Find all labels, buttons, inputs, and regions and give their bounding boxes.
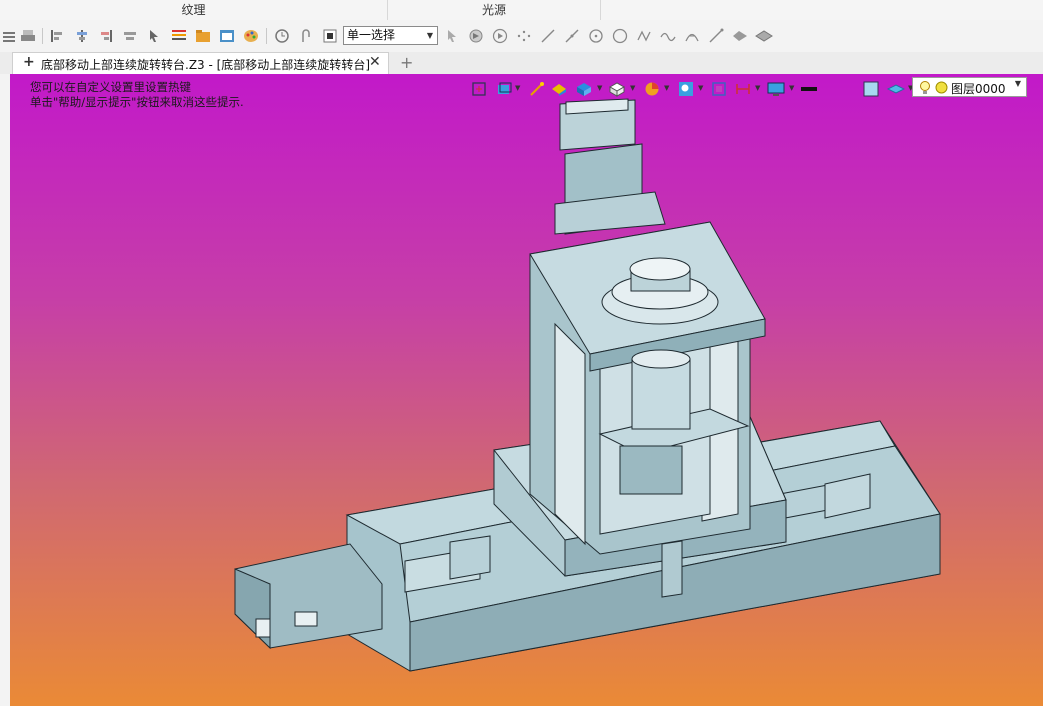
cursor-icon[interactable] <box>145 27 163 45</box>
circle-icon[interactable] <box>611 27 629 45</box>
graphics-viewport[interactable]: 您可以在自定义设置里设置热键 单击"帮助/显示提示"按钮来取消这些提示. ▼ ▼… <box>10 74 1043 706</box>
palette-icon[interactable] <box>242 27 260 45</box>
stop-icon[interactable] <box>321 27 339 45</box>
sheet-icon[interactable] <box>755 27 773 45</box>
line-icon[interactable] <box>539 27 557 45</box>
selection-mode-select[interactable]: 单一选择 ▼ <box>343 26 438 45</box>
chevron-down-icon: ▼ <box>426 31 433 40</box>
plus-icon: + <box>23 54 35 70</box>
align-center-icon[interactable] <box>73 27 91 45</box>
align-right-icon[interactable] <box>97 27 115 45</box>
undo-arc-icon[interactable] <box>297 27 315 45</box>
ribbon-group-labels: 纹理 光源 <box>0 0 1043 21</box>
stack-icon[interactable] <box>0 27 18 45</box>
tab-document-title: 底部移动上部连续旋转转台.Z3 - [底部移动上部连续旋转转台] <box>41 58 370 72</box>
pick-face-icon[interactable] <box>467 27 485 45</box>
dots-icon[interactable] <box>515 27 533 45</box>
cad-model-turntable-assembly[interactable] <box>10 74 1043 706</box>
wave-icon[interactable] <box>659 27 677 45</box>
align-left-icon[interactable] <box>48 27 66 45</box>
new-tab-button[interactable]: + <box>400 53 413 72</box>
ribbon-group-texture: 纹理 <box>0 0 388 20</box>
selection-mode-value: 单一选择 <box>347 28 396 42</box>
print-icon[interactable] <box>19 27 37 45</box>
list-icon[interactable] <box>170 27 188 45</box>
main-toolbar: 单一选择 ▼ <box>0 20 1043 53</box>
calendar-icon[interactable] <box>218 27 236 45</box>
play-icon[interactable] <box>491 27 509 45</box>
circle-point-icon[interactable] <box>587 27 605 45</box>
folder-icon[interactable] <box>194 27 212 45</box>
pick-arrow-icon[interactable] <box>443 27 461 45</box>
fish-icon[interactable] <box>731 27 749 45</box>
close-icon[interactable]: ✕ <box>369 54 381 70</box>
curve-icon[interactable] <box>635 27 653 45</box>
distribute-icon[interactable] <box>121 27 139 45</box>
ribbon-group-lights: 光源 <box>388 0 601 20</box>
clock-icon[interactable] <box>273 27 291 45</box>
document-tab-bar: + 底部移动上部连续旋转转台.Z3 - [底部移动上部连续旋转转台] ✕ + <box>0 52 1043 75</box>
pen-icon[interactable] <box>707 27 725 45</box>
edge-icon[interactable] <box>563 27 581 45</box>
tab-document[interactable]: + 底部移动上部连续旋转转台.Z3 - [底部移动上部连续旋转转台] ✕ <box>12 52 389 74</box>
arc-icon[interactable] <box>683 27 701 45</box>
